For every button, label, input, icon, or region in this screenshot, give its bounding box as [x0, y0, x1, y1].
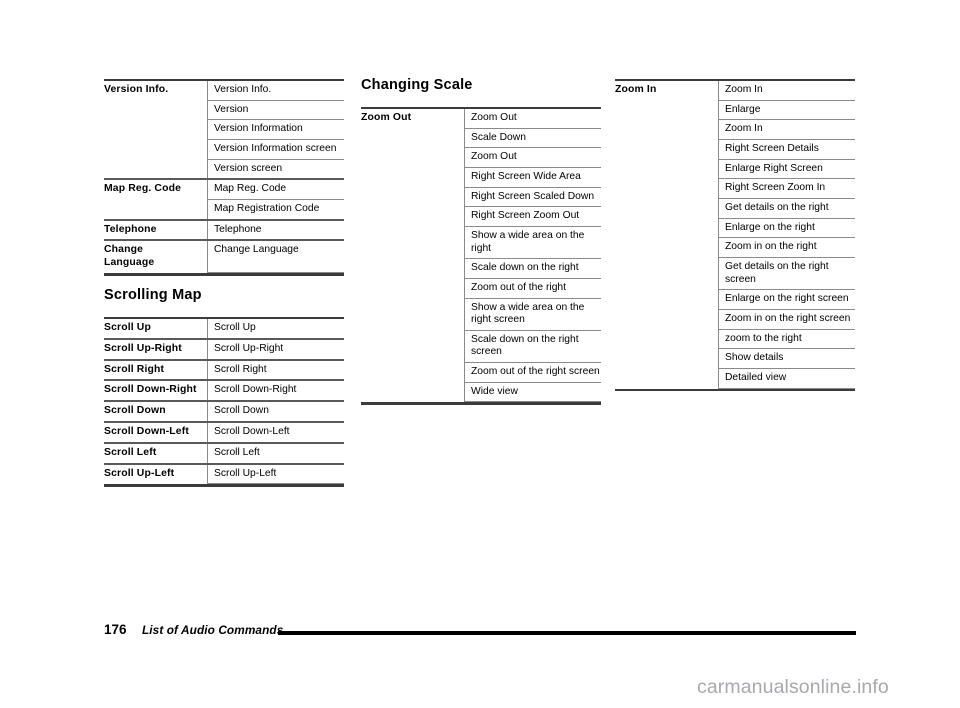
command-phrase: Scroll Down-Left [207, 420, 344, 444]
command-phrase: Scroll Right [207, 358, 344, 381]
table-bottom-rule [361, 402, 601, 405]
command-phrase: Zoom in on the right screen [718, 309, 855, 330]
zoom-out-table: Zoom Out Zoom Out Scale Down Zoom Out Right … [361, 106, 601, 403]
command-phrase: Get details on the right [718, 198, 855, 219]
command-phrase: Zoom In [718, 78, 855, 101]
command-key: Zoom In [615, 79, 719, 388]
footer-rule [278, 631, 856, 635]
table-row: Version Info. Version Info. [104, 78, 344, 180]
zoom-out-table-wrap: Zoom Out Zoom Out Scale Down Zoom Out Right … [361, 106, 601, 405]
command-phrase: Scroll Left [207, 441, 344, 465]
command-phrase: Right Screen Zoom In [718, 178, 855, 199]
page-footer: 176 List of Audio Commands [104, 622, 856, 642]
table-row: Scroll Down-Left Scroll Down-Left [104, 420, 344, 444]
scrolling-map-table: Scroll Up Scroll Up Scroll Up-Right Scroll … [104, 316, 344, 485]
command-phrase: Show details [718, 348, 855, 369]
command-key: Telephone [104, 218, 208, 241]
scrolling-map-table-wrap: Scroll Up Scroll Up Scroll Up-Right Scroll … [104, 316, 344, 487]
command-key: Scroll Up-Left [104, 462, 208, 484]
table-row: Scroll Up Scroll Up [104, 316, 344, 340]
command-phrase: Version Information screen [207, 139, 344, 160]
command-phrase: Enlarge Right Screen [718, 159, 855, 180]
command-phrase: Scroll Down [207, 400, 344, 423]
changing-scale-section: Changing Scale Zoom Out Zoom Out Scale Dow… [361, 77, 601, 405]
command-phrase: Version Information [207, 119, 344, 140]
version-info-table: Version Info. Version Info. Version Version… [104, 78, 344, 274]
section-heading-scrolling-map: Scrolling Map [104, 287, 202, 303]
command-phrase: Zoom Out [464, 147, 601, 168]
command-key: Change Language [104, 239, 208, 273]
command-phrase: Zoom out of the right screen [464, 362, 601, 383]
document-page: Version Info. Version Info. Version Version… [0, 0, 960, 708]
table-row: Zoom Out Zoom Out [361, 106, 601, 402]
command-phrase: Version [207, 100, 344, 121]
command-phrase: Enlarge on the right [718, 218, 855, 239]
table-bottom-rule [615, 388, 855, 391]
table-bottom-rule [104, 484, 344, 487]
command-key-line: Change [104, 244, 144, 256]
command-phrase: Scroll Up-Right [207, 337, 344, 361]
command-phrase: Map Reg. Code [207, 178, 344, 200]
zoom-in-table: Zoom In Zoom In Enlarge Zoom In Right Screen… [615, 78, 855, 389]
command-phrase: Map Registration Code [207, 199, 344, 221]
command-phrase: Version screen [207, 159, 344, 180]
command-phrase: Wide view [464, 382, 601, 403]
command-key: Scroll Up-Right [104, 337, 208, 360]
command-key: Scroll Down-Right [104, 379, 208, 402]
command-phrase: Right Screen Scaled Down [464, 187, 601, 208]
command-phrase: Zoom In [718, 119, 855, 140]
command-key: Scroll Down-Left [104, 420, 208, 443]
command-phrase: Scroll Up [207, 316, 344, 340]
command-phrase: Show a wide area on the right screen [464, 298, 601, 331]
command-phrase: Scroll Down-Right [207, 379, 344, 402]
command-phrase: Scale Down [464, 128, 601, 149]
command-phrase: Enlarge [718, 100, 855, 121]
command-key: Zoom Out [361, 106, 465, 402]
command-phrase: Right Screen Details [718, 139, 855, 160]
table-row: Telephone Telephone [104, 218, 344, 241]
command-phrase: Zoom out of the right [464, 278, 601, 299]
scrolling-map-section: Scrolling Map Scroll Up Scroll Up Scroll U… [104, 287, 344, 487]
table-row: Map Reg. Code Map Reg. Code [104, 178, 344, 220]
command-phrase: Right Screen Zoom Out [464, 206, 601, 227]
command-phrase: Right Screen Wide Area [464, 167, 601, 188]
command-phrase: Change Language [207, 239, 344, 274]
command-key: Scroll Down [104, 400, 208, 422]
table-row: Scroll Right Scroll Right [104, 358, 344, 381]
command-key-line: Language [104, 257, 155, 269]
watermark: carmanualsonline.info [697, 676, 889, 698]
table-row: Zoom In Zoom In [615, 78, 855, 388]
command-phrase: Zoom Out [464, 106, 601, 129]
footer-section-title: List of Audio Commands [142, 623, 284, 637]
command-phrase: Telephone [207, 218, 344, 241]
version-info-table-wrap: Version Info. Version Info. Version Version… [104, 78, 344, 276]
command-phrase: zoom to the right [718, 329, 855, 350]
table-row: Change Language Change Language [104, 239, 344, 274]
footer-page-number: 176 [104, 622, 127, 637]
command-phrase: Scale down on the right [464, 258, 601, 279]
command-key: Map Reg. Code [104, 178, 208, 220]
zoom-in-table-wrap: Zoom In Zoom In Enlarge Zoom In Right Screen… [615, 78, 855, 391]
section-heading-changing-scale: Changing Scale [361, 77, 473, 93]
table-row: Scroll Left Scroll Left [104, 441, 344, 465]
command-phrase: Zoom in on the right [718, 237, 855, 258]
table-row: Scroll Up-Right Scroll Up-Right [104, 337, 344, 361]
command-phrase: Version Info. [207, 78, 344, 101]
command-key: Scroll Up [104, 316, 208, 339]
table-row: Scroll Down Scroll Down [104, 400, 344, 423]
table-row: Scroll Up-Left Scroll Up-Left [104, 462, 344, 485]
command-phrase: Scale down on the right screen [464, 330, 601, 364]
command-phrase: Scroll Up-Left [207, 462, 344, 485]
command-phrase: Get details on the right screen [718, 257, 855, 291]
command-key: Scroll Left [104, 441, 208, 464]
table-bottom-rule [104, 273, 344, 276]
command-phrase: Show a wide area on the right [464, 226, 601, 260]
command-key: Scroll Right [104, 358, 208, 381]
table-row: Scroll Down-Right Scroll Down-Right [104, 379, 344, 402]
command-phrase: Detailed view [718, 368, 855, 389]
command-phrase: Enlarge on the right screen [718, 289, 855, 310]
command-key: Version Info. [104, 78, 208, 180]
